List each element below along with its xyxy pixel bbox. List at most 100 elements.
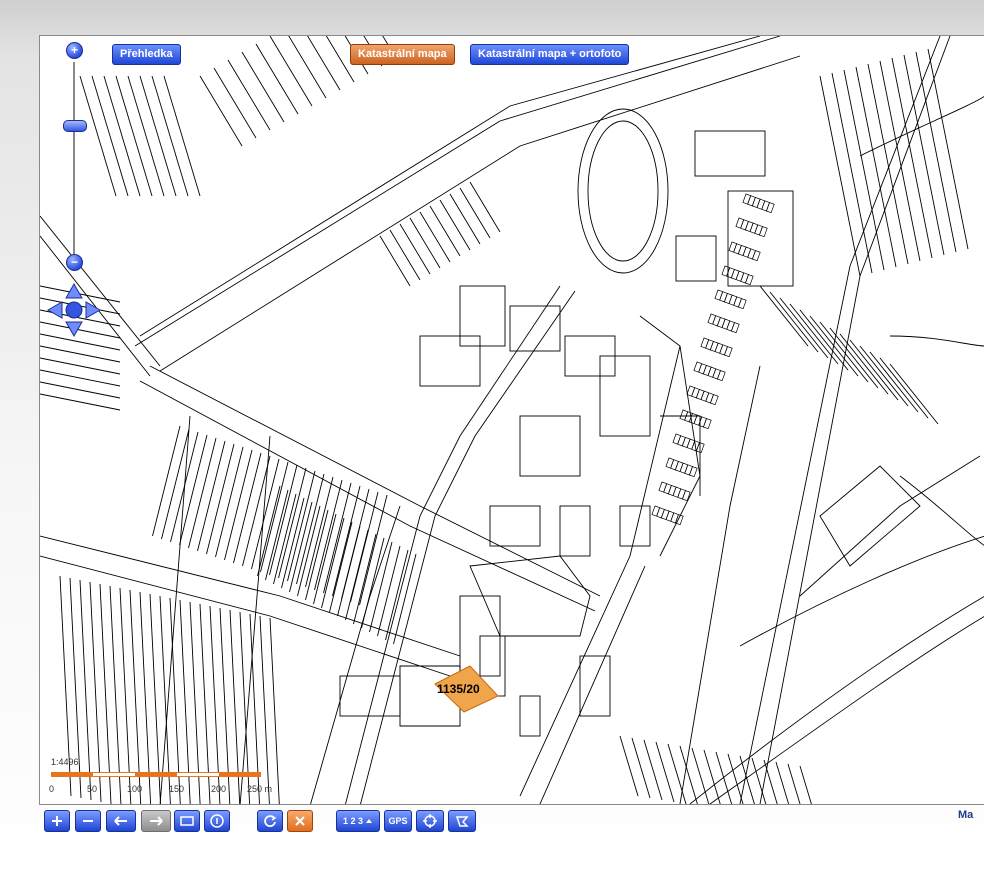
parcel-line <box>409 217 441 269</box>
measure-icon[interactable]: 1 2 3 <box>336 810 380 832</box>
clear-icon[interactable] <box>287 810 313 832</box>
zoom-rectangle-icon[interactable] <box>174 810 200 832</box>
scale-segment <box>219 772 261 777</box>
brand-text: Ma <box>958 809 974 821</box>
parcel-line <box>103 75 141 197</box>
parcel-line <box>859 345 909 407</box>
zoom-slider[interactable]: + − <box>62 42 87 271</box>
polygon-icon[interactable] <box>448 810 476 832</box>
parcel-line <box>829 327 879 389</box>
parking-space <box>723 346 733 358</box>
parcel-line <box>329 521 353 613</box>
parcel-line <box>127 75 165 197</box>
parcel-line <box>667 743 687 804</box>
parcel-line <box>115 75 153 197</box>
scale-segment <box>51 772 93 777</box>
pan-left-icon[interactable] <box>46 301 63 319</box>
parcel-line <box>643 739 663 801</box>
scale-tick-label: 0 <box>49 784 55 794</box>
parcel-line <box>469 181 501 233</box>
parcel-line <box>927 48 969 250</box>
parcel-line <box>40 345 121 363</box>
pan-down-icon[interactable] <box>65 321 83 338</box>
parcel-line <box>831 72 873 274</box>
parcel-line <box>843 69 885 271</box>
scale-tick-label: 150 <box>169 784 185 794</box>
cadastral-map[interactable]: 1135/20 <box>40 36 984 804</box>
parcel-line <box>265 489 289 581</box>
parking-space <box>688 466 698 478</box>
locate-icon[interactable] <box>416 810 444 832</box>
parcel-line <box>855 66 897 268</box>
gps-icon[interactable]: GPS <box>384 810 412 832</box>
pan-control[interactable] <box>46 282 102 338</box>
parking-rows <box>651 193 775 526</box>
scale-tick-label: 100 <box>127 784 143 794</box>
parcel-line <box>377 545 401 637</box>
parking-space <box>744 274 754 286</box>
zoom-in-icon[interactable] <box>44 810 70 832</box>
parcel-line <box>255 43 299 115</box>
parcel-line <box>269 36 313 107</box>
map-viewport[interactable]: 1135/20 + − Přehledka Katastrální mapa K… <box>39 35 984 805</box>
cadastral-ortho-layer-button[interactable]: Katastrální mapa + ortofoto <box>470 44 630 65</box>
parcel-line <box>849 339 899 401</box>
parcel-line <box>227 59 271 131</box>
parcel-line <box>325 36 355 83</box>
scale-bar: 1:4496 0 50 100 150 200 250 m <box>49 757 289 801</box>
parcel-line <box>241 51 285 123</box>
overview-layer-button[interactable]: Přehledka <box>112 44 181 65</box>
parcel-line <box>775 761 790 804</box>
parcel-line <box>337 525 361 617</box>
pan-center-icon[interactable] <box>65 301 83 319</box>
parking-space <box>716 370 726 382</box>
parcel-line <box>151 75 189 197</box>
parking-space <box>751 250 761 262</box>
parcel-line <box>305 509 329 601</box>
parcel-line <box>779 297 829 359</box>
parcel-line <box>889 363 939 425</box>
parcel-line <box>879 357 929 419</box>
zoom-track <box>73 62 75 258</box>
parcel-line <box>879 60 921 262</box>
scale-tick-label: 50 <box>87 784 98 794</box>
parcel-line <box>679 745 698 804</box>
parcel-line <box>199 75 243 147</box>
parcel-line <box>891 57 933 259</box>
pan-right-icon[interactable] <box>85 301 102 319</box>
zoom-out-icon[interactable]: − <box>66 254 83 271</box>
parcel-line <box>429 205 461 257</box>
pan-up-icon[interactable] <box>65 282 83 299</box>
forward-icon[interactable] <box>141 810 171 832</box>
parcel-line <box>139 75 177 197</box>
parcel-line <box>163 75 201 197</box>
scale-ratio: 1:4496 <box>51 757 79 767</box>
scale-tick-label: 250 m <box>247 784 273 794</box>
info-icon[interactable] <box>204 810 230 832</box>
parking-space <box>681 490 691 502</box>
parcel-line <box>213 67 257 139</box>
parcel-line <box>769 291 819 353</box>
parcel-line <box>40 381 121 399</box>
parcel-line <box>715 751 733 804</box>
parcel-line <box>281 497 305 589</box>
cadastral-layer-button[interactable]: Katastrální mapa <box>350 44 455 65</box>
parcel-line <box>819 321 869 383</box>
parcel-line <box>399 223 431 275</box>
zoom-out-icon[interactable] <box>75 810 101 832</box>
scale-segment <box>135 772 177 777</box>
parcel-line <box>619 735 639 797</box>
parcel-line <box>869 351 919 413</box>
parcel-boundaries <box>40 36 984 804</box>
parking-space <box>702 418 712 430</box>
back-icon[interactable] <box>106 810 136 832</box>
parcel-line <box>915 51 957 253</box>
refresh-icon[interactable] <box>257 810 283 832</box>
parcel-line <box>727 753 744 804</box>
zoom-handle[interactable] <box>63 120 87 132</box>
measure-numbers-label: 1 2 3 <box>342 816 364 826</box>
scale-segment <box>93 772 135 777</box>
zoom-in-icon[interactable]: + <box>66 42 83 59</box>
parcel-line <box>353 533 377 625</box>
parcel-line <box>385 549 409 641</box>
